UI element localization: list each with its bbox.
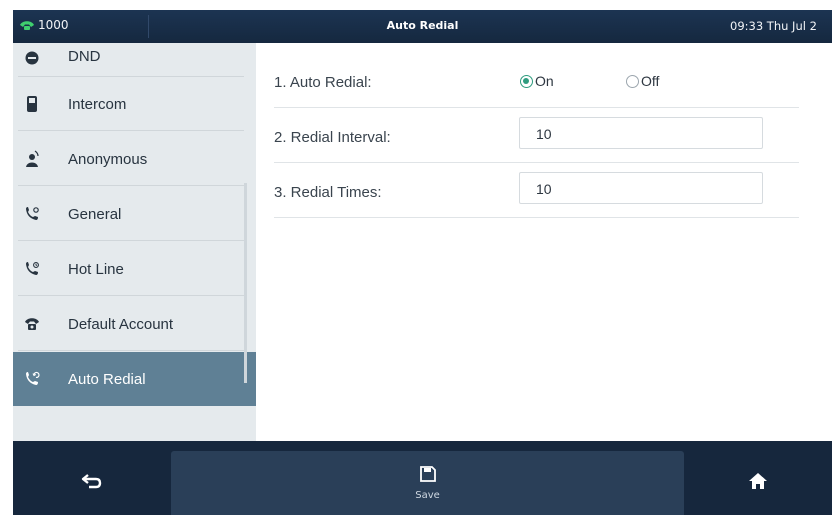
sidebar-item-label: General (68, 205, 122, 223)
auto-redial-on-radio[interactable]: On (520, 73, 554, 89)
sidebar-item-label: Default Account (68, 315, 174, 333)
sidebar-item-intercom[interactable]: Intercom (13, 77, 256, 131)
redial-interval-label: 2. Redial Interval: (274, 129, 391, 146)
settings-panel: 1. Auto Redial: On Off 2. Redial Interva… (256, 43, 832, 441)
anonymous-icon (23, 150, 41, 168)
redial-interval-row: 2. Redial Interval: 10 (274, 108, 799, 163)
sidebar-item-auto-redial[interactable]: Auto Redial (13, 352, 256, 406)
sidebar-item-label: Hot Line (68, 260, 124, 278)
divider (18, 185, 244, 186)
save-icon (419, 465, 436, 486)
save-button[interactable]: Save (171, 451, 684, 515)
auto-redial-icon (23, 370, 41, 388)
sidebar-item-general[interactable]: General (13, 187, 256, 241)
home-button[interactable] (684, 451, 832, 515)
redial-times-input[interactable]: 10 (519, 172, 763, 204)
sidebar-item-hot-line[interactable]: Hot Line (13, 242, 256, 296)
home-icon (748, 472, 768, 494)
redial-times-label: 3. Redial Times: (274, 184, 382, 201)
hotline-icon (23, 260, 41, 278)
radio-on-label: On (535, 73, 554, 89)
divider (18, 240, 244, 241)
divider (18, 350, 244, 351)
sidebar-item-default-account[interactable]: Default Account (13, 297, 256, 351)
auto-redial-label: 1. Auto Redial: (274, 74, 372, 91)
sidebar-item-label: DND (68, 48, 101, 65)
divider (18, 295, 244, 296)
divider (18, 130, 244, 131)
sidebar-item-label: Auto Redial (68, 370, 146, 388)
radio-selected-icon (520, 74, 533, 88)
save-label: Save (415, 489, 440, 501)
auto-redial-off-radio[interactable]: Off (626, 73, 659, 89)
sidebar-item-dnd[interactable]: DND (13, 23, 256, 77)
sidebar-item-label: Intercom (68, 95, 127, 113)
radio-off-label: Off (641, 73, 660, 89)
sidebar-item-label: Anonymous (68, 150, 148, 168)
back-arrow-icon (81, 473, 103, 493)
redial-interval-input[interactable]: 10 (519, 117, 763, 149)
softkey-bar: Save (13, 441, 832, 515)
sidebar: DND Intercom Anonymous General Hot Line … (13, 43, 256, 441)
sidebar-scrollbar[interactable] (244, 183, 247, 383)
radio-unselected-icon (626, 74, 639, 88)
clock: 09:33 Thu Jul 2 (730, 19, 817, 33)
telephone-icon (23, 315, 41, 333)
general-phone-icon (23, 205, 41, 223)
back-button[interactable] (13, 451, 171, 515)
redial-times-row: 3. Redial Times: 10 (274, 163, 799, 218)
sidebar-item-anonymous[interactable]: Anonymous (13, 132, 256, 186)
intercom-icon (23, 95, 41, 113)
dnd-icon (23, 49, 41, 67)
auto-redial-row: 1. Auto Redial: On Off (274, 53, 799, 108)
phone-screen: 1000 Auto Redial 09:33 Thu Jul 2 DND Int… (13, 10, 832, 515)
divider (274, 217, 799, 218)
